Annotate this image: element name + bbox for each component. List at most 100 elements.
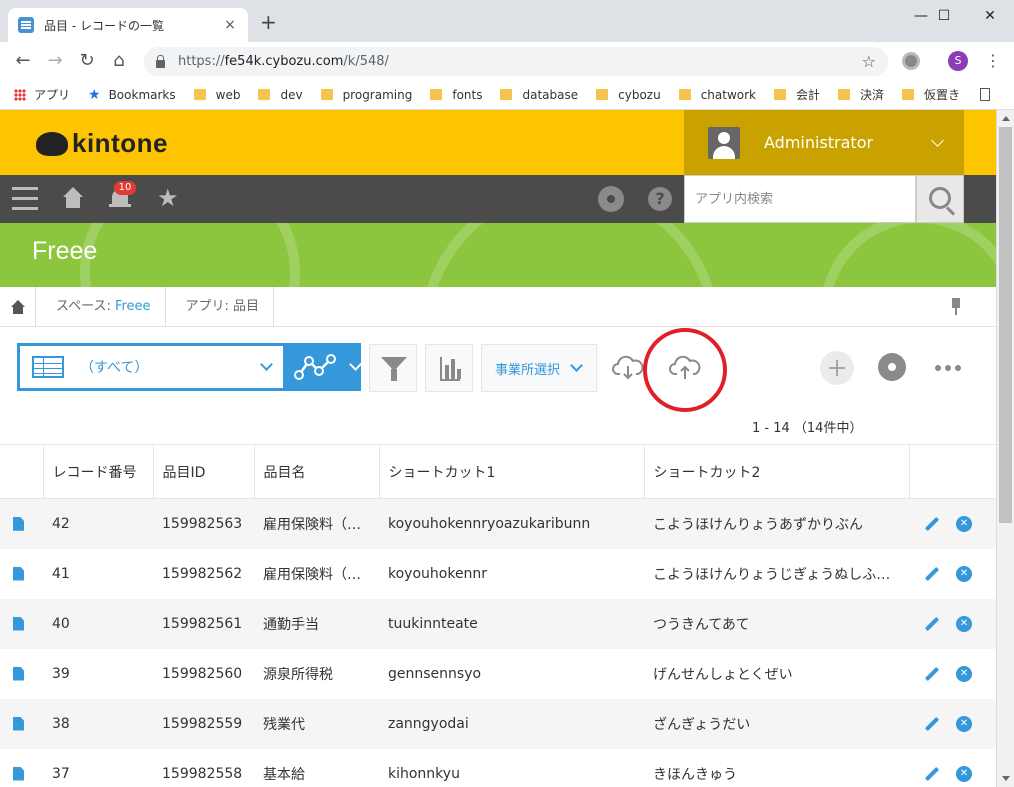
lock-icon[interactable] xyxy=(156,54,165,68)
browser-menu-icon[interactable]: ⋮ xyxy=(985,51,1001,71)
delete-icon[interactable]: ✕ xyxy=(956,765,972,782)
favorites-star-icon[interactable]: ★ xyxy=(157,183,179,213)
close-window-button[interactable]: ✕ xyxy=(967,4,1013,28)
scroll-up-arrow-icon[interactable] xyxy=(1002,116,1010,121)
bookmark-star-icon[interactable]: ☆ xyxy=(862,52,876,71)
actions-cell: ✕ xyxy=(909,498,996,549)
cloud-download-icon[interactable] xyxy=(612,355,644,381)
settings-gear-icon[interactable] xyxy=(598,186,624,212)
bookmark-label: 会計 xyxy=(796,88,821,102)
bookmark-folder-web[interactable]: web xyxy=(193,88,240,102)
bookmarks-bar: アプリ ★ Bookmarks web dev programing fonts … xyxy=(0,80,1014,110)
record-detail-icon[interactable] xyxy=(13,516,24,531)
bookmark-folder-programing[interactable]: programing xyxy=(320,88,412,102)
bookmark-folder-chatwork[interactable]: chatwork xyxy=(678,87,756,102)
folder-icon xyxy=(596,89,609,100)
office-select-button[interactable]: 事業所選択 xyxy=(481,344,597,392)
edit-pencil-icon[interactable] xyxy=(924,616,940,631)
scroll-down-arrow-icon[interactable] xyxy=(1002,776,1010,781)
pin-icon[interactable] xyxy=(951,298,961,316)
view-dropdown[interactable]: （すべて） xyxy=(20,346,283,388)
bookmark-label: dev xyxy=(280,87,303,102)
bookmark-folder-accounting[interactable]: 会計 xyxy=(774,86,820,103)
item-id-cell: 159982558 xyxy=(153,748,254,787)
file-icon[interactable] xyxy=(980,88,991,101)
browser-tab[interactable]: 品目 - レコードの一覧 × xyxy=(8,8,248,42)
bookmark-folder-payment[interactable]: 決済 xyxy=(838,86,884,103)
item-id-cell: 159982560 xyxy=(153,648,254,699)
column-header-item-name[interactable]: 品目名 xyxy=(254,444,380,499)
column-header-shortcut2[interactable]: ショートカット2 xyxy=(644,444,910,499)
global-toolbar: 10 ★ ? xyxy=(0,175,996,223)
record-detail-icon[interactable] xyxy=(13,566,24,581)
url-text[interactable]: https://fe54k.cybozu.com/k/548/ xyxy=(178,54,862,69)
folder-icon xyxy=(258,89,271,100)
reload-icon[interactable]: ↻ xyxy=(76,50,98,72)
record-number-cell: 40 xyxy=(43,598,153,649)
back-arrow-icon[interactable]: ← xyxy=(12,50,34,72)
add-record-button[interactable] xyxy=(820,351,854,385)
edit-pencil-icon[interactable] xyxy=(924,766,940,781)
delete-icon[interactable]: ✕ xyxy=(956,715,972,732)
close-tab-icon[interactable]: × xyxy=(222,17,238,33)
office-select-label: 事業所選択 xyxy=(495,362,561,378)
scrollbar-thumb[interactable] xyxy=(999,127,1012,523)
help-icon[interactable]: ? xyxy=(648,187,672,211)
edit-pencil-icon[interactable] xyxy=(924,716,940,731)
table-row: 42 159982563 雇用保険料（… koyouhokennryoazuka… xyxy=(0,498,996,549)
new-tab-button[interactable]: + xyxy=(260,12,277,32)
record-detail-icon[interactable] xyxy=(13,716,24,731)
page-scrollbar[interactable] xyxy=(996,110,1014,787)
edit-pencil-icon[interactable] xyxy=(924,516,940,531)
hamburger-menu-icon[interactable] xyxy=(12,187,38,211)
bookmark-folder-database[interactable]: database xyxy=(500,88,578,102)
maximize-button[interactable]: ☐ xyxy=(921,4,967,28)
breadcrumb-home-icon[interactable] xyxy=(0,286,36,327)
delete-icon[interactable]: ✕ xyxy=(956,615,972,632)
cloud-logo-icon xyxy=(36,131,68,156)
portal-home-icon[interactable] xyxy=(62,187,84,209)
forward-arrow-icon[interactable]: → xyxy=(44,50,66,72)
bookmark-folder-temp[interactable]: 仮置き xyxy=(902,86,960,103)
bookmark-folder-dev[interactable]: dev xyxy=(258,87,303,102)
user-menu[interactable]: Administrator xyxy=(684,110,964,175)
kintone-logo[interactable]: kintone xyxy=(36,128,168,159)
edit-pencil-icon[interactable] xyxy=(924,566,940,581)
omnibox[interactable]: https://fe54k.cybozu.com/k/548/ ☆ xyxy=(144,47,888,76)
filter-button[interactable] xyxy=(369,344,417,392)
url-scheme: https:// xyxy=(178,54,225,69)
record-detail-icon[interactable] xyxy=(13,666,24,681)
bookmark-label: database xyxy=(522,87,579,102)
bookmark-folder-cybozu[interactable]: cybozu xyxy=(596,88,661,102)
home-icon[interactable]: ⌂ xyxy=(108,50,130,72)
column-header-item-id[interactable]: 品目ID xyxy=(153,444,255,499)
bookmark-folder-fonts[interactable]: fonts xyxy=(430,88,482,102)
profile-avatar[interactable]: S xyxy=(948,51,968,71)
edit-pencil-icon[interactable] xyxy=(924,666,940,681)
logo-text: kintone xyxy=(72,128,168,158)
shortcut2-cell: つうきんてあて xyxy=(644,598,909,649)
more-options-icon[interactable] xyxy=(935,365,961,371)
shortcut2-cell: こようほけんりょうじぎょうぬしふ… xyxy=(644,548,909,599)
graph-view-icon[interactable] xyxy=(293,353,337,381)
extension-icon[interactable] xyxy=(902,52,920,70)
search-button[interactable] xyxy=(916,175,964,223)
delete-icon[interactable]: ✕ xyxy=(956,515,972,532)
app-settings-gear-icon[interactable] xyxy=(881,356,903,378)
bookmark-apps[interactable]: アプリ xyxy=(14,86,70,103)
graph-button[interactable] xyxy=(425,344,473,392)
item-name-cell: 雇用保険料（… xyxy=(254,498,379,549)
bookmark-bookmarks[interactable]: ★ Bookmarks xyxy=(88,87,176,103)
record-detail-icon[interactable] xyxy=(13,616,24,631)
shortcut2-cell: きほんきゅう xyxy=(644,748,909,787)
delete-icon[interactable]: ✕ xyxy=(956,565,972,582)
app-search-input[interactable] xyxy=(684,175,916,223)
column-header-shortcut1[interactable]: ショートカット1 xyxy=(379,444,645,499)
breadcrumb-space-link[interactable]: Freee xyxy=(115,299,151,314)
column-header-record-number[interactable]: レコード番号 xyxy=(43,444,154,499)
chevron-down-icon[interactable] xyxy=(349,358,362,371)
view-label: （すべて） xyxy=(80,360,149,376)
bookmark-label: chatwork xyxy=(700,87,756,102)
record-detail-icon[interactable] xyxy=(13,766,24,781)
delete-icon[interactable]: ✕ xyxy=(956,665,972,682)
